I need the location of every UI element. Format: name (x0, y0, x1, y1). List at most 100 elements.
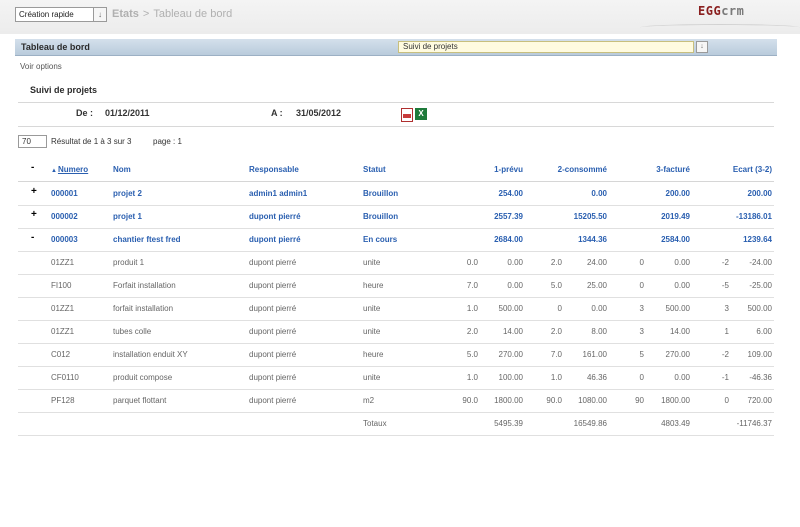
project-numero[interactable]: 000002 (51, 212, 78, 221)
project-statut: En cours (363, 235, 398, 244)
sort-asc-icon: ▲ (51, 168, 57, 174)
total-consomme: 16549.86 (573, 419, 607, 428)
line-qty-prevu: 1.0 (466, 373, 478, 382)
project-facture: 200.00 (665, 189, 690, 198)
line-unite: unite (363, 373, 381, 382)
total-ecart: -11746.37 (736, 419, 772, 428)
project-responsable: admin1 admin1 (249, 189, 308, 198)
line-consomme: 24.00 (586, 258, 607, 267)
total-facture: 4803.49 (661, 419, 690, 428)
date-to-value: 31/05/2012 (296, 108, 342, 118)
line-facture: 14.00 (669, 327, 690, 336)
line-responsable: dupont pierré (249, 350, 297, 359)
project-nom[interactable]: chantier ftest fred (113, 235, 181, 244)
column-header-nom[interactable]: Nom (113, 165, 131, 174)
collapse-toggle[interactable]: - (31, 232, 34, 243)
column-header-facture[interactable]: 3-facturé (656, 165, 690, 174)
project-prevu: 2684.00 (494, 235, 523, 244)
line-item-row: C012 installation enduit XY dupont pierr… (18, 343, 774, 367)
column-header-prevu[interactable]: 1-prévu (494, 165, 523, 174)
totals-label: Totaux (363, 419, 387, 428)
line-qty-facture: 0 (639, 258, 644, 267)
pdf-export-icon[interactable] (401, 108, 413, 122)
line-prevu: 100.00 (498, 373, 523, 382)
line-unite: unite (363, 304, 381, 313)
voir-options-link[interactable]: Voir options (20, 62, 62, 71)
column-header-ecart[interactable]: Ecart (3-2) (733, 165, 772, 174)
column-header-consomme[interactable]: 2-consommé (558, 165, 607, 174)
project-consomme: 15205.50 (573, 212, 607, 221)
line-qty-ecart: -2 (721, 350, 729, 359)
project-ecart: 1239.64 (743, 235, 772, 244)
line-code: 01ZZ1 (51, 258, 75, 267)
project-consomme: 1344.36 (578, 235, 607, 244)
expand-toggle[interactable]: + (31, 209, 37, 220)
project-nom[interactable]: projet 1 (113, 212, 142, 221)
totals-row: Totaux 5495.39 16549.86 4803.49 -11746.3… (18, 412, 774, 436)
line-ecart: -25.00 (749, 281, 772, 290)
quick-create-select[interactable]: Création rapide (15, 7, 94, 22)
project-numero[interactable]: 000001 (51, 189, 78, 198)
breadcrumb-current: Tableau de bord (153, 8, 233, 20)
project-ecart: 200.00 (747, 189, 772, 198)
line-qty-ecart: 0 (724, 396, 729, 405)
line-qty-facture: 3 (639, 304, 644, 313)
project-nom[interactable]: projet 2 (113, 189, 142, 198)
report-select-go-button[interactable]: ↓ (696, 41, 708, 53)
column-header-statut[interactable]: Statut (363, 165, 386, 174)
line-code: C012 (51, 350, 71, 359)
line-nom: installation enduit XY (113, 350, 188, 359)
line-item-row: 01ZZ1 tubes colle dupont pierré unite 2.… (18, 320, 774, 344)
line-unite: unite (363, 327, 381, 336)
project-row[interactable]: - 000003 chantier ftest fred dupont pier… (18, 228, 774, 252)
line-responsable: dupont pierré (249, 281, 297, 290)
total-prevu: 5495.39 (494, 419, 523, 428)
line-qty-facture: 5 (639, 350, 644, 359)
line-qty-facture: 3 (639, 327, 644, 336)
project-row[interactable]: + 000001 projet 2 admin1 admin1 Brouillo… (18, 182, 774, 206)
line-nom: produit compose (113, 373, 173, 382)
column-header-numero[interactable]: ▲Numero (51, 165, 88, 174)
line-facture: 0.00 (674, 281, 690, 290)
project-responsable: dupont pierré (249, 212, 301, 221)
line-qty-facture: 0 (639, 281, 644, 290)
report-select[interactable]: Suivi de projets (398, 41, 694, 53)
line-item-row: CF0110 produit compose dupont pierré uni… (18, 366, 774, 390)
line-qty-ecart: -2 (721, 258, 729, 267)
project-numero[interactable]: 000003 (51, 235, 78, 244)
line-qty-consomme: 0 (557, 304, 562, 313)
line-prevu: 270.00 (498, 350, 523, 359)
line-prevu: 500.00 (498, 304, 523, 313)
line-nom: forfait installation (113, 304, 174, 313)
line-ecart: -24.00 (749, 258, 772, 267)
project-consomme: 0.00 (591, 189, 607, 198)
line-nom: parquet flottant (113, 396, 167, 405)
expand-toggle[interactable]: + (31, 186, 37, 197)
project-prevu: 254.00 (498, 189, 523, 198)
date-from-label: De : (76, 108, 94, 118)
result-count: Résultat de 1 à 3 sur 3 (51, 137, 132, 146)
line-unite: unite (363, 258, 381, 267)
line-qty-consomme: 2.0 (550, 327, 562, 336)
quick-create-go-button[interactable]: ↓ (93, 7, 107, 22)
project-prevu: 2557.39 (494, 212, 523, 221)
app-logo: EGGcrm (698, 4, 745, 18)
line-unite: m2 (363, 396, 375, 405)
excel-export-icon[interactable]: X (415, 108, 427, 120)
line-ecart: 109.00 (747, 350, 772, 359)
line-nom: Forfait installation (113, 281, 176, 290)
line-prevu: 14.00 (502, 327, 523, 336)
per-page-input[interactable]: 70 (18, 135, 47, 148)
column-header-responsable[interactable]: Responsable (249, 165, 299, 174)
breadcrumb-section[interactable]: Etats (112, 8, 139, 20)
line-nom: produit 1 (113, 258, 145, 267)
line-consomme: 161.00 (582, 350, 607, 359)
line-responsable: dupont pierré (249, 396, 297, 405)
collapse-all-toggle[interactable]: - (31, 162, 34, 173)
project-row[interactable]: + 000002 projet 1 dupont pierré Brouillo… (18, 205, 774, 229)
line-responsable: dupont pierré (249, 304, 297, 313)
line-ecart: 720.00 (747, 396, 772, 405)
line-facture: 1800.00 (661, 396, 690, 405)
line-responsable: dupont pierré (249, 327, 297, 336)
line-qty-consomme: 5.0 (550, 281, 562, 290)
